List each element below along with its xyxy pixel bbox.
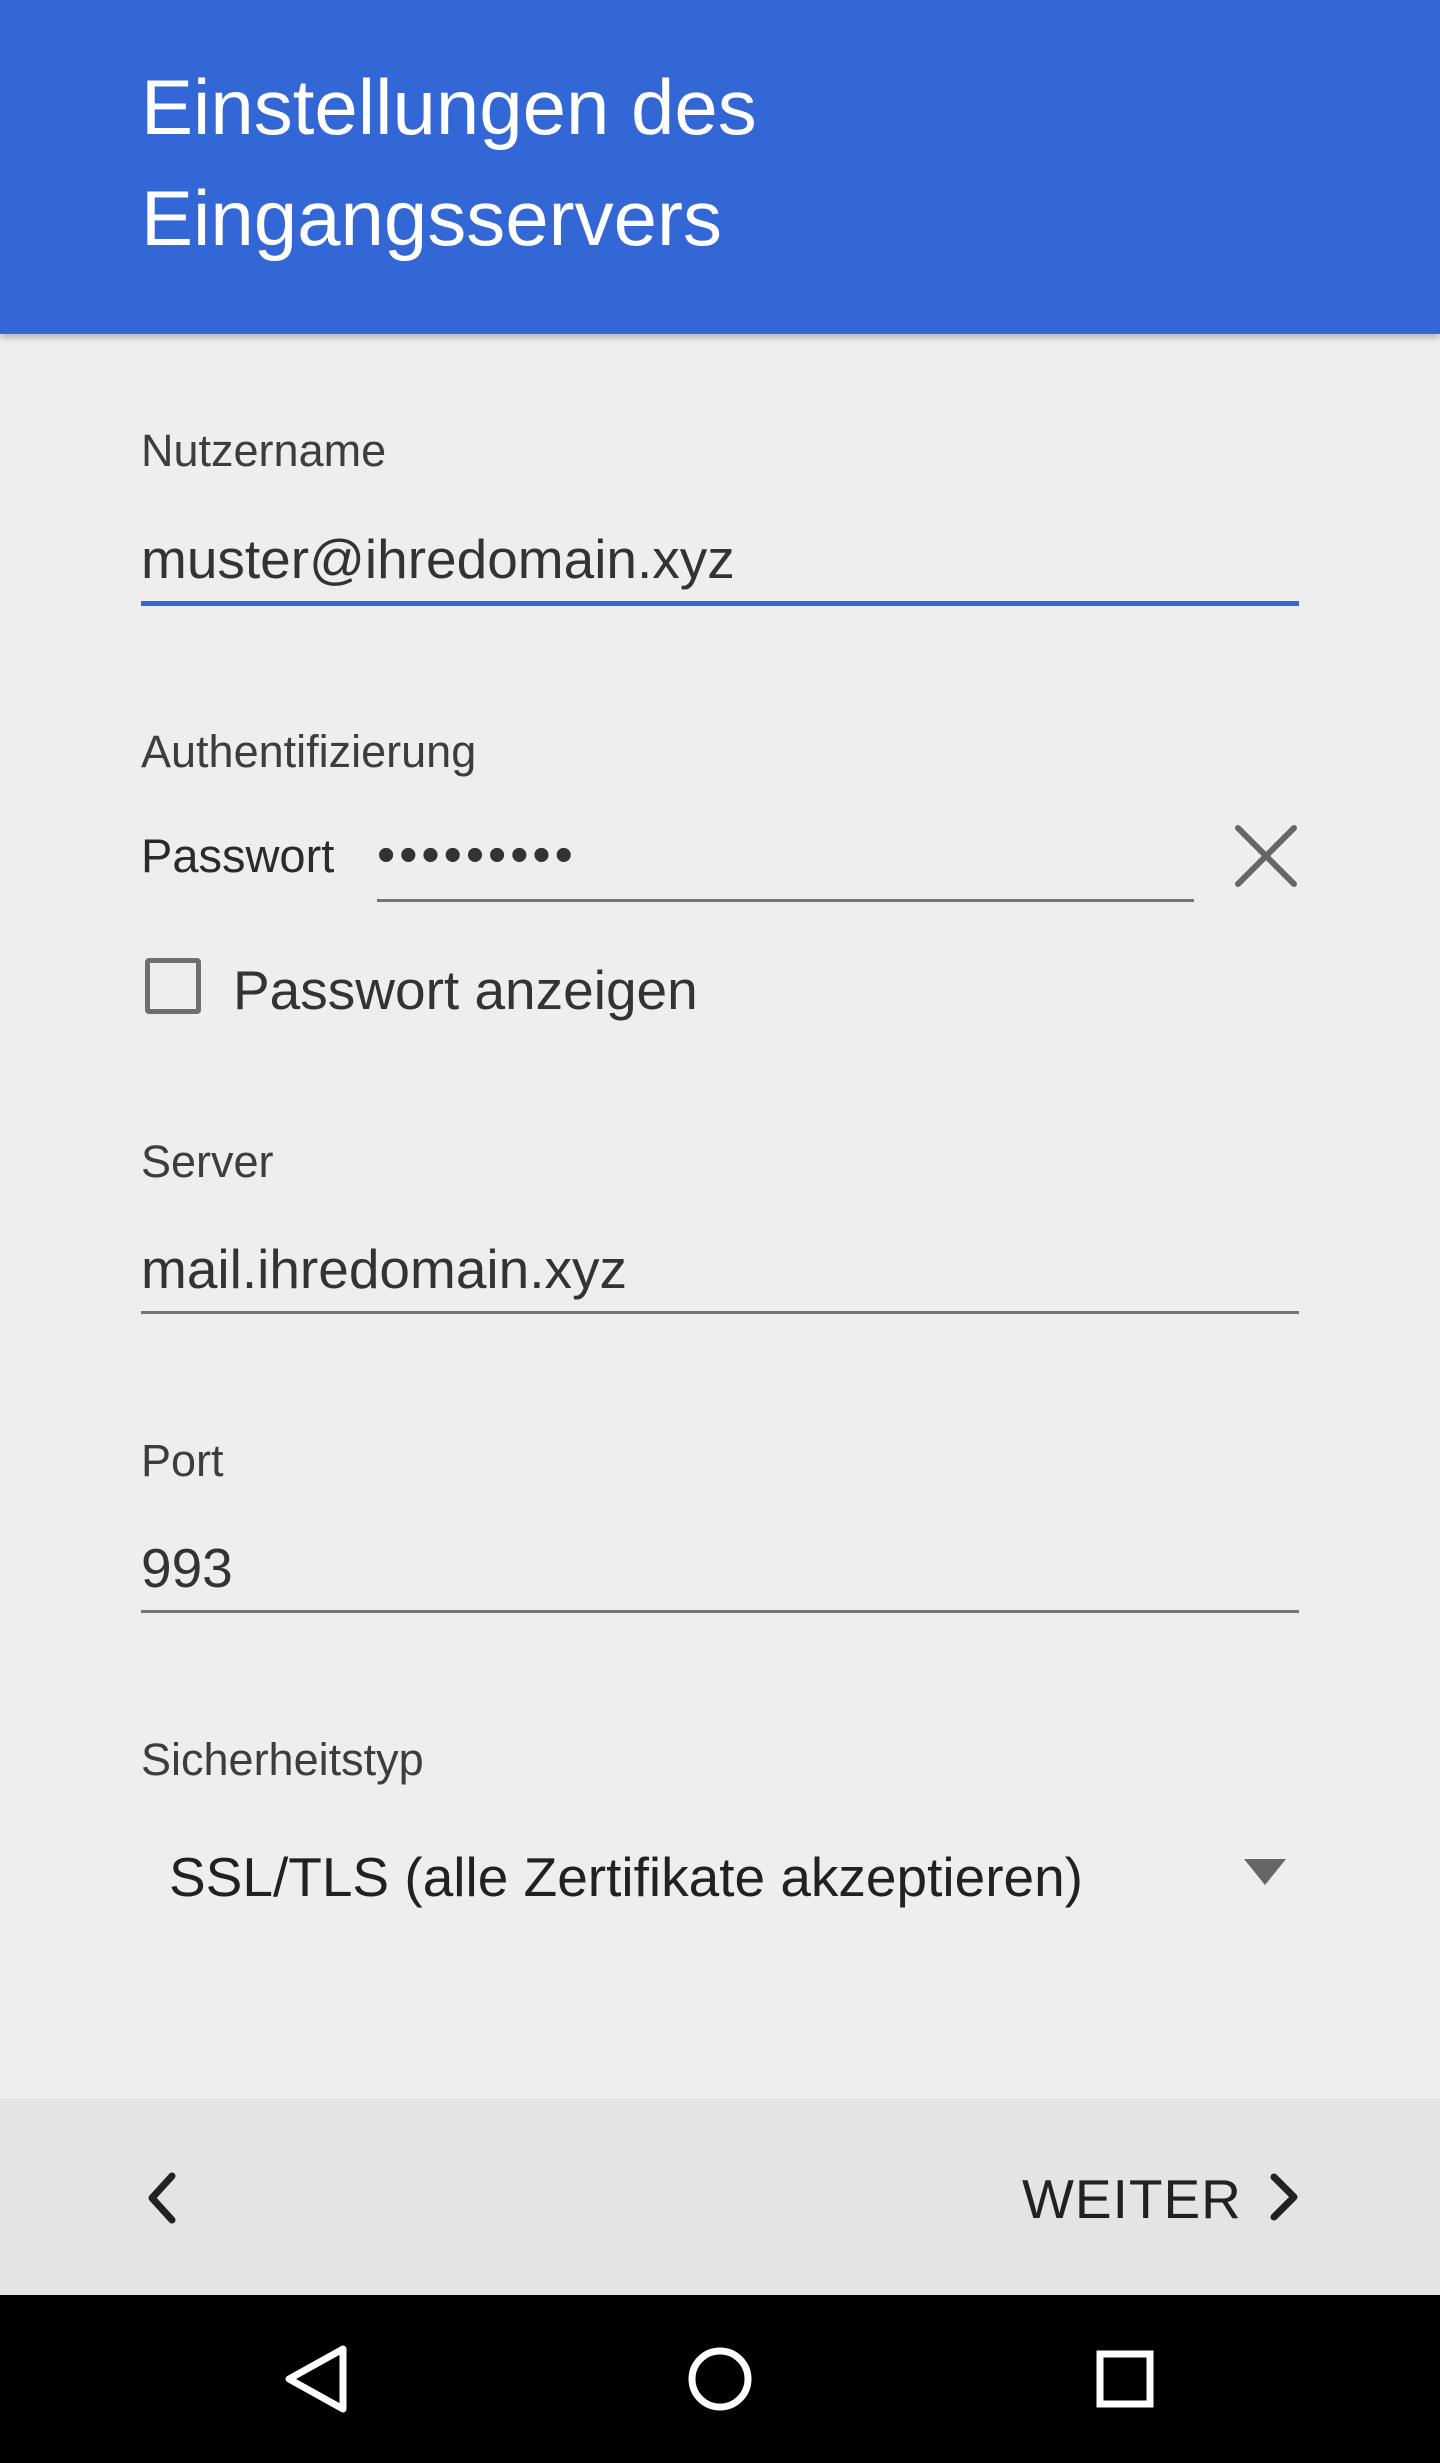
username-underline (141, 601, 1299, 606)
authentication-label: Authentifizierung (141, 726, 477, 777)
nav-back-button[interactable] (255, 2319, 375, 2439)
next-button[interactable]: WEITER (1000, 2143, 1320, 2253)
password-label: Passwort (141, 829, 335, 882)
bottom-action-bar: WEITER (0, 2098, 1440, 2295)
back-triangle-icon (285, 2345, 347, 2413)
page-title: Einstellungen des Eingangsservers (141, 63, 757, 262)
nav-recents-button[interactable] (1065, 2319, 1185, 2439)
security-type-label: Sicherheitstyp (141, 1734, 424, 1785)
app-header: Einstellungen des Eingangsservers (0, 0, 1440, 334)
username-input[interactable] (141, 524, 1299, 594)
next-button-label: WEITER (1022, 2168, 1242, 2230)
recents-square-icon (1096, 2350, 1154, 2408)
server-label: Server (141, 1136, 274, 1187)
password-underline (377, 899, 1194, 902)
close-icon[interactable] (1232, 822, 1300, 890)
show-password-checkbox[interactable] (145, 958, 201, 1014)
port-label: Port (141, 1435, 224, 1486)
username-label: Nutzername (141, 425, 387, 476)
caret-down-icon (1244, 1859, 1286, 1885)
port-input[interactable] (141, 1533, 1299, 1603)
server-underline (141, 1311, 1299, 1314)
port-underline (141, 1610, 1299, 1613)
server-input[interactable] (141, 1234, 1299, 1304)
home-circle-icon (688, 2347, 752, 2411)
chevron-left-icon (148, 2172, 176, 2224)
security-type-value: SSL/TLS (alle Zertifikate akzeptieren) (169, 1846, 1083, 1908)
nav-home-button[interactable] (660, 2319, 780, 2439)
show-password-option[interactable]: Passwort anzeigen (141, 950, 841, 1030)
back-button[interactable] (120, 2148, 220, 2248)
system-navigation-bar (0, 2295, 1440, 2463)
password-input[interactable] (377, 820, 1192, 890)
security-type-select[interactable]: SSL/TLS (alle Zertifikate akzeptieren) (141, 1835, 1301, 1915)
chevron-right-icon (1270, 2173, 1298, 2221)
show-password-label: Passwort anzeigen (233, 959, 698, 1021)
